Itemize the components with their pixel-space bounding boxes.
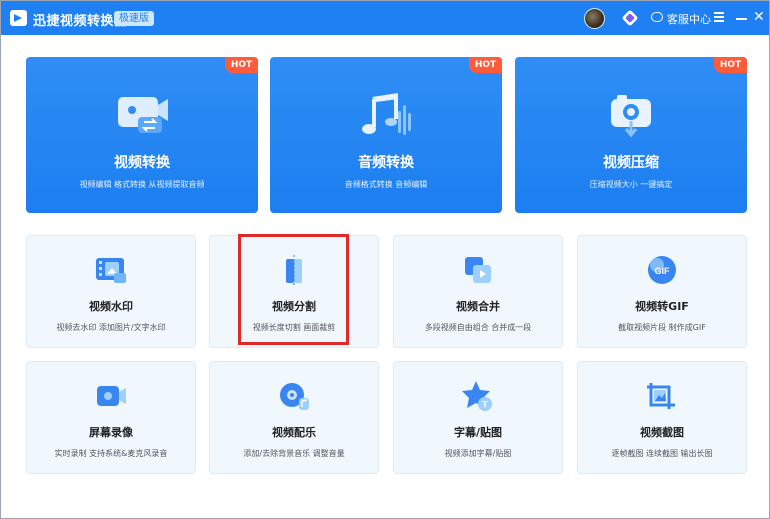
card-description: 截取视频片段 制作成GIF xyxy=(618,323,706,332)
merge-icon xyxy=(465,257,491,283)
card-description: 添加/去除背景音乐 调整音量 xyxy=(243,449,345,458)
card-description: 音频格式转换 音频编辑 xyxy=(344,180,428,189)
audio-convert-icon xyxy=(362,93,411,135)
hot-badge: HOT xyxy=(469,57,502,73)
subtitle-sticker-icon: T xyxy=(462,381,492,411)
card-description: 视频添加字幕/贴图 xyxy=(444,449,512,458)
customer-service-button[interactable]: 客服中心 xyxy=(667,11,711,27)
hot-badge: HOT xyxy=(714,57,747,73)
chat-icon[interactable] xyxy=(651,12,663,22)
video-to-gif-card[interactable]: GIF 视频转GIF 截取视频片段 制作成GIF xyxy=(577,235,747,348)
screen-record-card[interactable]: 屏幕录像 实时录制 支持系统&麦克风录音 xyxy=(26,361,196,474)
card-description: 视频编辑 格式转换 从视频提取音频 xyxy=(79,180,205,189)
video-music-card[interactable]: 视频配乐 添加/去除背景音乐 调整音量 xyxy=(209,361,379,474)
subtitle-sticker-card[interactable]: T 字幕/贴图 视频添加字幕/贴图 xyxy=(393,361,563,474)
card-title: 视频压缩 xyxy=(603,155,659,171)
card-title: 字幕/贴图 xyxy=(453,426,503,439)
card-title: 屏幕录像 xyxy=(89,426,133,439)
minimize-icon[interactable] xyxy=(736,18,747,20)
title-bar: 迅捷视频转换器 极速版 客服中心 ✕ xyxy=(1,1,769,35)
screenshot-icon xyxy=(647,383,675,409)
highlight-box xyxy=(238,234,349,345)
svg-text:GIF: GIF xyxy=(655,266,671,276)
video-watermark-card[interactable]: 视频水印 视频去水印 添加图片/文字水印 xyxy=(26,235,196,348)
video-screenshot-card[interactable]: 视频截图 逐帧截图 连续截图 输出长图 xyxy=(577,361,747,474)
hot-badge: HOT xyxy=(225,57,258,73)
card-description: 多段视频自由组合 合并成一段 xyxy=(424,323,532,332)
video-compress-card[interactable]: HOT 视频压缩 压缩视频大小 一键搞定 xyxy=(515,57,747,213)
hamburger-menu-icon[interactable] xyxy=(714,12,724,22)
card-title: 音频转换 xyxy=(358,155,414,171)
avatar[interactable] xyxy=(584,8,605,29)
gif-icon: GIF xyxy=(648,256,676,284)
screen-record-icon xyxy=(97,386,126,406)
video-convert-icon xyxy=(118,97,168,133)
svg-text:T: T xyxy=(482,400,488,410)
app-logo-icon xyxy=(10,10,27,26)
music-icon xyxy=(280,383,309,410)
audio-convert-card[interactable]: HOT 音频转换 音频格式转换 音频编辑 xyxy=(270,57,502,213)
card-title: 视频合并 xyxy=(456,300,500,313)
card-description: 压缩视频大小 一键搞定 xyxy=(589,180,673,189)
watermark-icon xyxy=(96,258,126,283)
vip-diamond-icon[interactable] xyxy=(621,9,639,27)
card-title: 视频配乐 xyxy=(272,426,316,439)
card-description: 视频去水印 添加图片/文字水印 xyxy=(56,323,166,332)
video-compress-icon xyxy=(611,95,651,137)
card-description: 逐帧截图 连续截图 输出长图 xyxy=(611,449,713,458)
close-icon[interactable]: ✕ xyxy=(753,10,765,24)
card-title: 视频转换 xyxy=(114,155,170,171)
video-convert-card[interactable]: HOT 视频转换 视频编辑 格式转换 从视频提取音频 xyxy=(26,57,258,213)
video-merge-card[interactable]: 视频合并 多段视频自由组合 合并成一段 xyxy=(393,235,563,348)
card-title: 视频转GIF xyxy=(635,300,689,313)
card-title: 视频截图 xyxy=(640,426,684,439)
card-title: 视频水印 xyxy=(89,300,133,313)
edition-badge: 极速版 xyxy=(114,11,154,26)
card-description: 实时录制 支持系统&麦克风录音 xyxy=(54,449,168,458)
